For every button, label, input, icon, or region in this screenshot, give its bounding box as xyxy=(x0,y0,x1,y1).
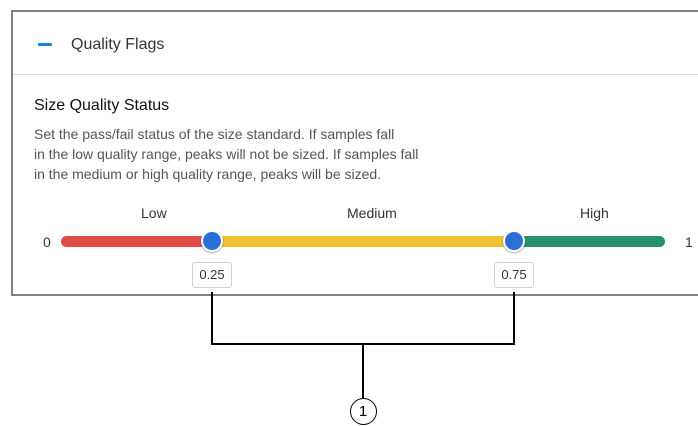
bracket-line xyxy=(211,292,515,345)
callout-number: 1 xyxy=(349,398,377,425)
callout-bracket xyxy=(211,292,515,399)
